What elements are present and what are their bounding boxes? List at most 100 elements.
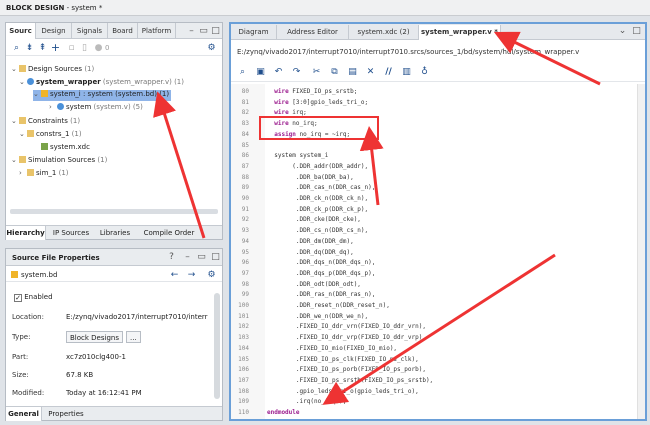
tree-constraints[interactable]: ⌄ Constraints (1) [11,117,80,128]
horizontal-scrollbar[interactable] [10,209,218,214]
sources-bottom-tabs: Hierarchy IP Sources Libraries Compile O… [6,225,222,240]
line-number: 110 [238,409,249,416]
forward-arrow-icon[interactable]: → [186,270,197,280]
save-icon[interactable]: ▣ [255,67,266,77]
tab-platform[interactable]: Platform [138,23,176,39]
search-icon[interactable]: ⌕ [237,67,248,77]
prop-size: Size: 67.8 KB [12,371,94,379]
chevron-down-icon[interactable]: ⌄ [33,90,41,98]
properties-header: Source File Properties ? – ▭ □ [6,249,222,266]
expand-all-icon[interactable]: ⇞ [37,43,48,53]
back-arrow-icon[interactable]: ← [169,270,180,280]
tree-sim-1[interactable]: › sim_1 (1) [19,169,69,180]
minimize-icon[interactable]: – [182,252,193,262]
redo-icon[interactable]: ↷ [291,67,302,77]
restore-icon[interactable]: ▭ [198,26,209,36]
add-icon[interactable]: + [50,42,61,53]
file-icon[interactable]: ▯ [79,43,90,53]
code-text: .FIXED_IO_ddr_vrn(FIXED_IO_ddr_vrn), [267,323,426,331]
delete-icon[interactable]: ✕ [365,67,376,77]
code-text: .DDR_we_n(DDR_we_n), [267,312,369,320]
tab-ip-sources[interactable]: IP Sources [50,226,92,240]
line-number: 100 [238,302,249,309]
chevron-down-icon[interactable]: ⌄ [11,117,19,125]
collapse-all-icon[interactable]: ⇟ [24,43,35,53]
tab-board[interactable]: Board [108,23,138,39]
properties-bottom-tabs: General Properties [6,406,222,421]
gear-icon[interactable]: ⚙ [206,270,217,280]
maximize-icon[interactable]: □ [210,26,221,36]
tree-system-i[interactable]: ⌄ system_i : system (system.bd) (1) [33,90,172,101]
tab-list-icon[interactable]: ⌄ [617,26,628,36]
tab-properties[interactable]: Properties [46,407,86,421]
editor-tabbar: Diagram Address Editor system.xdc (2) sy… [231,24,645,40]
help-icon[interactable]: ? [166,252,177,262]
tab-diagram[interactable]: Diagram [231,25,277,40]
chevron-down-icon[interactable]: ⌄ [11,156,19,164]
module-icon [27,78,34,85]
line-number: 90 [241,195,249,202]
chevron-down-icon[interactable]: ⌄ [19,78,27,86]
window-title: BLOCK DESIGN - system * [6,4,103,12]
line-number: 96 [241,259,249,267]
tab-address-editor[interactable]: Address Editor [277,25,349,40]
tab-signals[interactable]: Signals [72,23,108,39]
folder-icon [27,169,34,176]
tab-system-xdc[interactable]: system.xdc (2) [349,25,419,40]
chevron-right-icon[interactable]: › [19,169,27,177]
code-text: (.DDR_addr(DDR_addr), [267,162,369,170]
columns-icon[interactable]: ▥ [401,67,412,77]
chevron-down-icon[interactable]: ⌄ [19,130,27,138]
line-number: 105 [238,355,249,363]
tab-compile-order[interactable]: Compile Order [140,226,198,240]
tab-hierarchy[interactable]: Hierarchy [6,226,46,240]
tree-design-sources[interactable]: ⌄ Design Sources (1) [11,65,94,76]
undo-icon[interactable]: ↶ [273,67,284,77]
line-number: 104 [238,344,249,352]
tab-libraries[interactable]: Libraries [96,226,134,240]
code-text: .DDR_dqs_n(DDR_dqs_n), [267,259,376,267]
tree-constrs-1[interactable]: ⌄ constrs_1 (1) [19,130,82,141]
chevron-down-icon[interactable]: ⌄ [11,65,19,73]
line-number: 94 [241,237,249,245]
info-icon[interactable]: ▫ [66,43,77,53]
maximize-icon[interactable]: □ [210,252,221,262]
line-number: 97 [241,269,249,277]
search-icon[interactable]: ⌕ [11,43,22,53]
window-title-bar: BLOCK DESIGN - system * [0,0,650,16]
lightbulb-icon[interactable]: ♁ [419,67,430,77]
properties-scrollbar[interactable] [214,293,220,399]
highlight-box [259,116,379,140]
editor-vertical-scrollbar[interactable] [637,84,645,419]
chevron-right-icon[interactable]: › [49,103,57,111]
enabled-checkbox-row[interactable]: ✓ Enabled [14,293,53,302]
tree-system-wrapper[interactable]: ⌄ system_wrapper (system_wrapper.v) (1) [19,78,184,89]
enabled-checkbox[interactable]: ✓ [14,294,22,302]
gear-icon[interactable]: ⚙ [206,43,217,53]
line-number: 108 [238,387,249,395]
minimize-icon[interactable]: – [186,26,197,36]
paste-icon[interactable]: ▤ [347,67,358,77]
maximize-icon[interactable]: □ [631,26,642,36]
tree-system[interactable]: › system (system.v) (5) [49,103,143,114]
code-text: endmodule [267,409,300,416]
restore-icon[interactable]: ▭ [196,252,207,262]
type-value[interactable]: Block Designs [66,331,123,343]
code-text: wire [3:0]gpio_leds_tri_o; [274,98,369,106]
code-text: .DDR_dqs_p(DDR_dqs_p), [267,269,376,277]
tab-system-wrapper[interactable]: system_wrapper.v * [419,25,501,40]
line-number: 103 [238,334,249,342]
tree-system-xdc[interactable]: system.xdc [41,143,90,154]
tab-design[interactable]: Design [36,23,72,39]
tab-general[interactable]: General [6,407,42,421]
sources-panel: Sourc Design Signals Board Platform – ▭ … [5,22,223,240]
code-text: .DDR_cke(DDR_cke), [267,216,361,224]
tree-simulation-sources[interactable]: ⌄ Simulation Sources (1) [11,156,107,167]
copy-icon[interactable]: ⧉ [329,67,340,77]
line-number: 101 [238,312,249,320]
tab-sources[interactable]: Sourc [6,23,36,39]
cut-icon[interactable]: ✂ [311,67,322,77]
comment-icon[interactable]: // [383,67,394,77]
more-button[interactable]: ... [126,331,141,343]
code-text: .irq(no_irq)); [267,398,347,406]
